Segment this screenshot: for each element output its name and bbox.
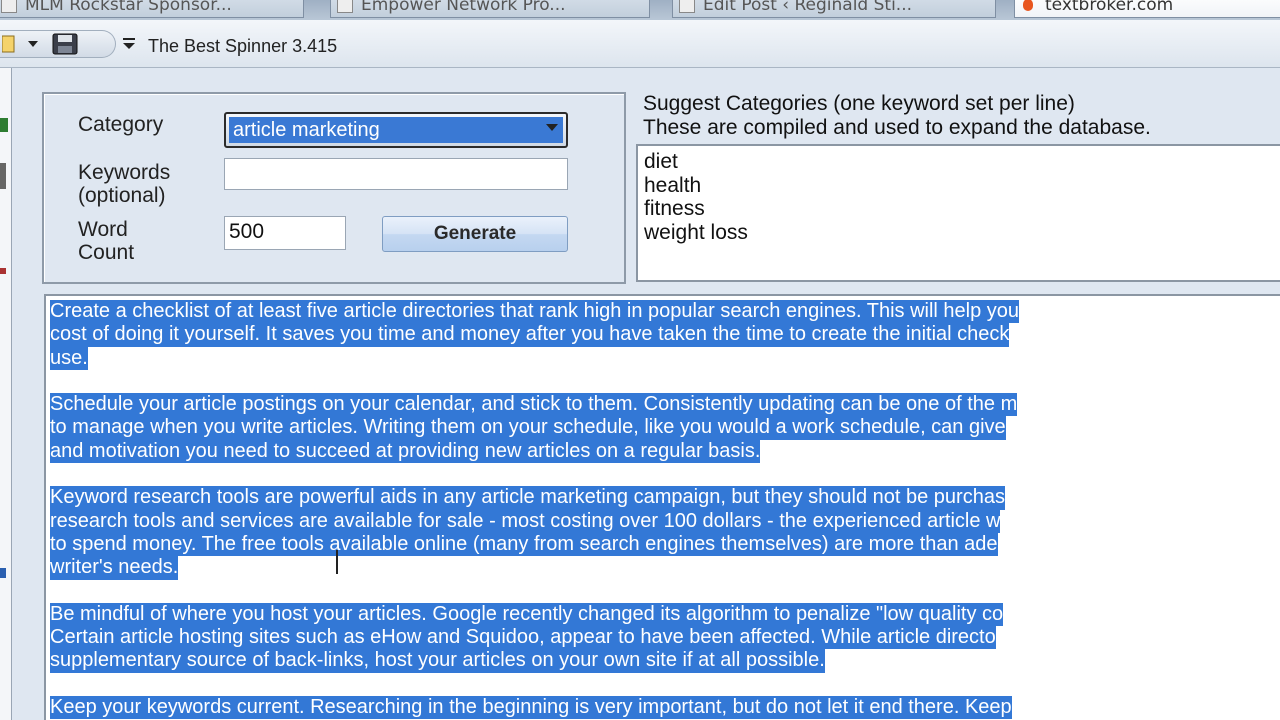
browser-tab-label: Empower Network Pro... bbox=[361, 0, 566, 15]
background-window-edge bbox=[0, 68, 12, 720]
word-count-label: Word bbox=[78, 218, 128, 241]
keywords-input[interactable] bbox=[224, 158, 568, 190]
page-favicon-icon bbox=[1, 0, 17, 13]
article-line: use. bbox=[50, 346, 88, 370]
page-favicon-icon bbox=[679, 0, 695, 13]
suggest-title-line-1: Suggest Categories (one keyword set per … bbox=[643, 92, 1075, 115]
customize-toolbar-icon[interactable] bbox=[122, 36, 136, 56]
article-paragraph: Keep your keywords current. Researching … bbox=[50, 696, 1276, 720]
browser-tab-mlm-rockstar[interactable]: MLM Rockstar Sponsor... bbox=[0, 0, 304, 18]
category-dropdown[interactable]: article marketing bbox=[224, 112, 568, 148]
app-title-bar: The Best Spinner 3.415 bbox=[0, 20, 1280, 68]
suggest-categories-textarea[interactable]: diet health fitness weight loss bbox=[636, 144, 1280, 282]
category-label: Category bbox=[78, 113, 164, 136]
page-favicon-icon bbox=[337, 0, 353, 13]
article-line: Keyword research tools are powerful aids… bbox=[50, 486, 1005, 510]
article-line: supplementary source of back-links, host… bbox=[50, 649, 825, 673]
main-window: Category article marketing Keywords (opt… bbox=[12, 68, 1280, 720]
article-line: writer's needs. bbox=[50, 556, 179, 580]
article-line: and motivation you need to succeed at pr… bbox=[50, 439, 761, 464]
suggest-item: fitness bbox=[644, 197, 705, 220]
keywords-optional-label: (optional) bbox=[78, 184, 166, 207]
article-paragraph: Keyword research tools are powerful aids… bbox=[50, 486, 1276, 580]
browser-tab-edit-post[interactable]: Edit Post ‹ Reginald Sti... bbox=[672, 0, 996, 18]
text-cursor-icon bbox=[336, 550, 344, 574]
category-selected-value: article marketing bbox=[229, 117, 563, 143]
textbroker-favicon-icon bbox=[1021, 0, 1037, 13]
chevron-down-icon bbox=[546, 124, 558, 131]
browser-tab-strip: MLM Rockstar Sponsor... Empower Network … bbox=[0, 0, 1280, 20]
quick-access-toolbar bbox=[0, 30, 116, 58]
generate-button[interactable]: Generate bbox=[382, 216, 568, 252]
generated-article-textarea[interactable]: Create a checklist of at least five arti… bbox=[44, 294, 1280, 720]
browser-tab-textbroker[interactable]: textbroker.com bbox=[1014, 0, 1280, 18]
suggest-item: weight loss bbox=[644, 220, 748, 244]
suggest-item: diet bbox=[644, 150, 678, 173]
browser-tab-label: Edit Post ‹ Reginald Sti... bbox=[703, 0, 913, 15]
article-line: Be mindful of where you host your articl… bbox=[50, 602, 1004, 627]
suggest-categories-heading: Suggest Categories (one keyword set per … bbox=[643, 92, 1151, 140]
word-count-label-2: Count bbox=[78, 241, 135, 264]
suggest-title-line-2: These are compiled and used to expand th… bbox=[643, 116, 1151, 139]
article-paragraph: Be mindful of where you host your articl… bbox=[50, 602, 1276, 673]
article-line: to manage when you write articles. Writi… bbox=[50, 416, 1006, 440]
keywords-label: Keywords bbox=[78, 161, 171, 184]
article-paragraph: Schedule your article postings on your c… bbox=[50, 393, 1276, 464]
article-line: research tools and services are availabl… bbox=[50, 509, 1001, 533]
article-line: Schedule your article postings on your c… bbox=[50, 393, 1018, 417]
article-line: Create a checklist of at least five arti… bbox=[50, 300, 1020, 324]
browser-tab-label: MLM Rockstar Sponsor... bbox=[25, 0, 232, 15]
dropdown-arrow-icon[interactable] bbox=[26, 33, 40, 57]
article-line: Keep your keywords current. Researching … bbox=[50, 696, 1012, 720]
app-menu-icon[interactable] bbox=[1, 34, 16, 58]
word-count-input[interactable]: 500 bbox=[224, 216, 346, 250]
suggest-item: health bbox=[644, 173, 702, 197]
article-paragraph: Create a checklist of at least five arti… bbox=[50, 300, 1276, 370]
save-icon[interactable] bbox=[52, 33, 80, 59]
browser-tab-empower-network[interactable]: Empower Network Pro... bbox=[330, 0, 650, 18]
article-line: to spend money. The free tools available… bbox=[50, 532, 998, 557]
browser-tab-label: textbroker.com bbox=[1045, 0, 1174, 15]
app-title: The Best Spinner 3.415 bbox=[148, 36, 338, 56]
article-line: Certain article hosting sites such as eH… bbox=[50, 626, 996, 650]
generate-options-group: Category article marketing Keywords (opt… bbox=[42, 92, 626, 284]
article-line: cost of doing it yourself. It saves you … bbox=[50, 323, 1010, 347]
